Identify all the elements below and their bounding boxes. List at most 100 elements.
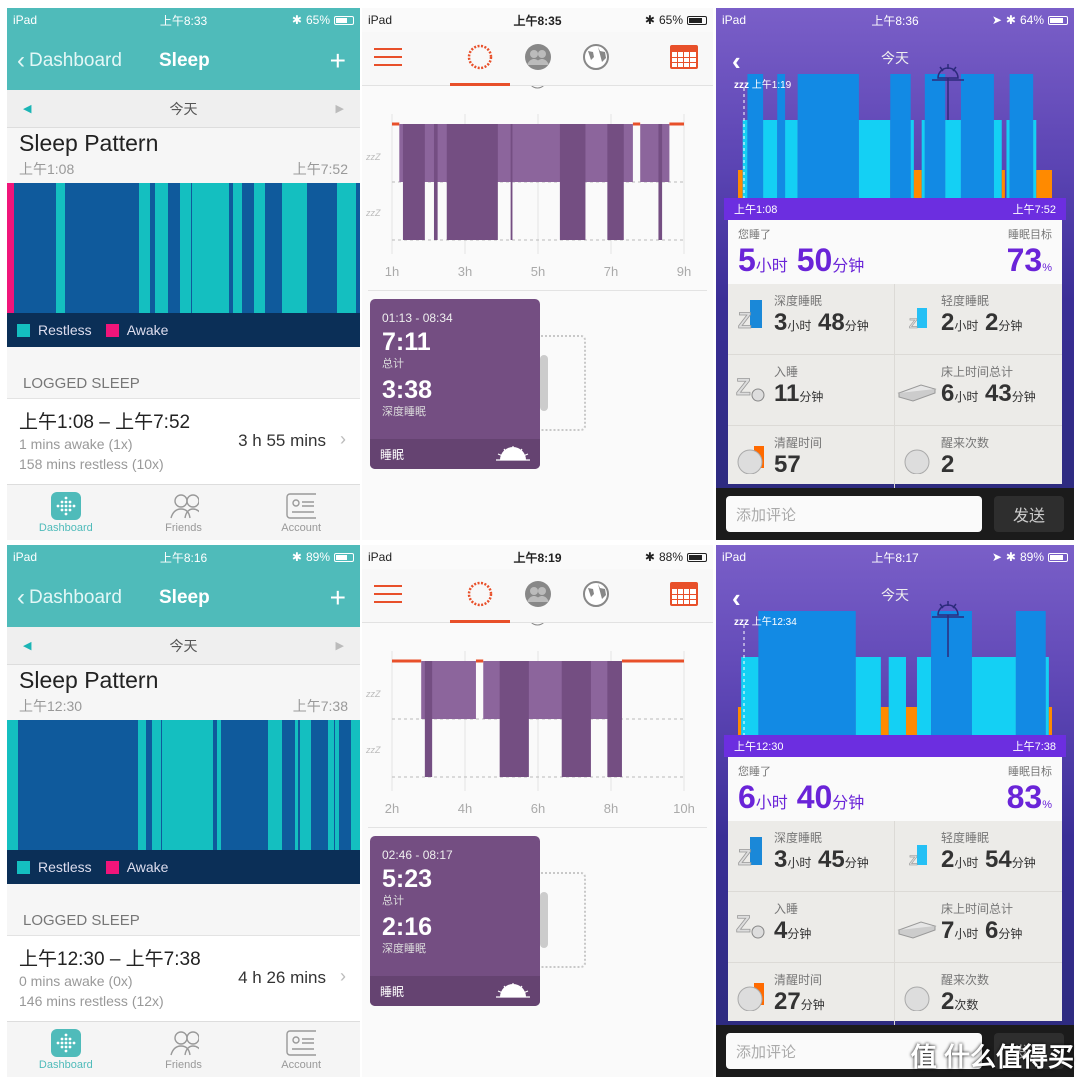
stat-value: 2次数: [941, 988, 979, 1015]
awake-block: [1048, 707, 1052, 735]
next-day-button[interactable]: ▶: [336, 639, 344, 652]
deep-sleep-bar: [499, 661, 529, 777]
stat-value: 27分钟: [774, 988, 825, 1015]
sleep-ring-icon[interactable]: [466, 580, 494, 613]
awake-block: [1036, 170, 1052, 198]
prev-day-button[interactable]: ◀: [23, 639, 31, 652]
entry-duration: 4 h 26 mins: [238, 968, 326, 987]
tab-friends[interactable]: Friends: [125, 1022, 243, 1077]
sleep-summary-card[interactable]: 01:13 - 08:34 7:11 总计 3:38 深度睡眠 睡眠: [370, 299, 540, 469]
tab-friends[interactable]: Friends: [125, 485, 243, 540]
account-card-icon: [286, 492, 317, 520]
sleep-summary-card[interactable]: 02:46 - 08:17 5:23 总计 2:16 深度睡眠 睡眠: [370, 836, 540, 1006]
fell-asleep-marker: zzz 上午1:19: [734, 80, 792, 91]
awake-time-icon: [736, 440, 766, 475]
tab-dashboard[interactable]: Dashboard: [7, 1022, 125, 1077]
stat-label: 醒来次数: [941, 973, 990, 987]
tab-dashboard[interactable]: Dashboard: [7, 485, 125, 540]
tab-account[interactable]: Account: [242, 485, 360, 540]
status-bar: iPad 上午8:16 ✱ 89%: [7, 545, 360, 569]
tab-bar: Dashboard Friends Account: [7, 1021, 360, 1077]
calendar-icon[interactable]: [669, 42, 699, 75]
stat-label: 床上时间总计: [941, 365, 1014, 379]
sunrise-icon: [496, 982, 530, 1001]
deep-sleep-block: [890, 74, 911, 198]
comment-input[interactable]: 添加评论: [726, 496, 982, 532]
light-sleep-block: [910, 120, 914, 198]
add-button[interactable]: +: [330, 582, 346, 614]
legend-awake: Awake: [126, 322, 169, 338]
goal-percent: 73%: [1006, 242, 1052, 278]
globe-icon[interactable]: [582, 580, 610, 613]
device-label: iPad: [368, 13, 393, 27]
stat-wake-count: 醒来次数 2次数: [895, 963, 1062, 1034]
end-time: 上午7:52: [292, 161, 348, 177]
time-band: 上午1:08 上午7:52: [724, 198, 1066, 220]
logged-sleep-entry[interactable]: 上午1:08 – 上午7:52 1 mins awake (1x) 158 mi…: [7, 399, 360, 485]
team-icon[interactable]: [524, 43, 552, 76]
bluetooth-icon: ✱: [644, 13, 655, 27]
stat-label: 轻度睡眠: [941, 294, 990, 308]
start-time: 上午12:30: [734, 741, 784, 753]
tab-bar: Dashboard Friends Account: [7, 484, 360, 540]
stat-value: 4分钟: [774, 917, 812, 944]
stat-value: 3小时 48分钟: [774, 309, 869, 336]
light-sleep-block: [921, 120, 925, 198]
pattern-segment-restless: [217, 720, 221, 850]
legend-restless: Restless: [38, 322, 92, 338]
next-day-button[interactable]: ▶: [336, 102, 344, 115]
stat-label: 入睡: [774, 902, 799, 916]
deep-sleep-bar: [561, 661, 591, 777]
sleep-ring-icon[interactable]: [466, 43, 494, 76]
tab-label: Account: [281, 521, 322, 534]
light-sleep-block: [785, 120, 798, 198]
light-sleep-block: [1045, 657, 1049, 735]
x-tick-label: 6h: [530, 801, 546, 816]
device-label: iPad: [13, 550, 38, 564]
team-icon[interactable]: [524, 580, 552, 613]
menu-hamburger-icon[interactable]: [374, 46, 402, 73]
deep-sleep-bar: [658, 124, 663, 240]
bluetooth-icon: ✱: [291, 550, 302, 564]
status-bar: iPad 上午8:19 ✱ 88%: [362, 545, 713, 569]
x-tick-label: 5h: [530, 264, 546, 279]
battery-icon: [687, 552, 707, 562]
light-sleep-block: [916, 657, 932, 735]
expand-chevron-icon[interactable]: ︶: [362, 85, 713, 104]
prev-day-button[interactable]: ◀: [23, 102, 31, 115]
tab-label: Dashboard: [38, 1058, 93, 1071]
menu-hamburger-icon[interactable]: [374, 583, 402, 610]
send-button[interactable]: 发送: [994, 496, 1064, 532]
stat-label: 入睡: [774, 365, 799, 379]
status-bar: iPad 上午8:35 ✱ 65%: [362, 8, 713, 32]
calendar-icon[interactable]: [669, 579, 699, 612]
stat-value: 6小时 43分钟: [941, 380, 1036, 407]
add-button[interactable]: +: [330, 45, 346, 77]
deep-sleep-block: [758, 611, 856, 735]
fell-asleep-time: 上午1:19: [751, 80, 792, 91]
logged-sleep-entry[interactable]: 上午12:30 – 上午7:38 0 mins awake (0x) 146 m…: [7, 936, 360, 1022]
jawbone-chart-area: ‹ 今天 zzz 上午1:19: [716, 8, 1074, 198]
svg-text:Z: Z: [738, 308, 751, 332]
globe-icon[interactable]: [582, 43, 610, 76]
awake-swatch: [105, 323, 119, 337]
back-button[interactable]: ‹ Dashboard: [17, 584, 122, 612]
stat-label: 清醒时间: [774, 973, 823, 987]
goal-percent: 83%: [1006, 779, 1052, 815]
expand-chevron-icon[interactable]: ︶: [362, 622, 713, 641]
stat-light-sleep: Z 轻度睡眠 2小时 54分钟: [895, 821, 1062, 892]
card-footer-label: 睡眠: [380, 447, 405, 462]
entry-range: 上午12:30 – 上午7:38: [19, 949, 201, 970]
back-button[interactable]: ‹ Dashboard: [17, 47, 122, 75]
active-tab-indicator: [450, 620, 510, 623]
goal-label: 睡眠目标: [1008, 229, 1052, 241]
end-time: 上午7:38: [1012, 741, 1056, 753]
start-time: 上午1:08: [19, 161, 75, 177]
tab-account[interactable]: Account: [242, 1022, 360, 1077]
wake-count-icon: [903, 440, 933, 475]
jawbone-sleep-chart: [738, 601, 1052, 735]
end-time: 上午7:52: [1012, 204, 1056, 216]
light-sleep-block: [1006, 120, 1010, 198]
x-tick-label: 9h: [676, 264, 692, 279]
slept-duration: 5小时 50分钟: [738, 242, 865, 278]
